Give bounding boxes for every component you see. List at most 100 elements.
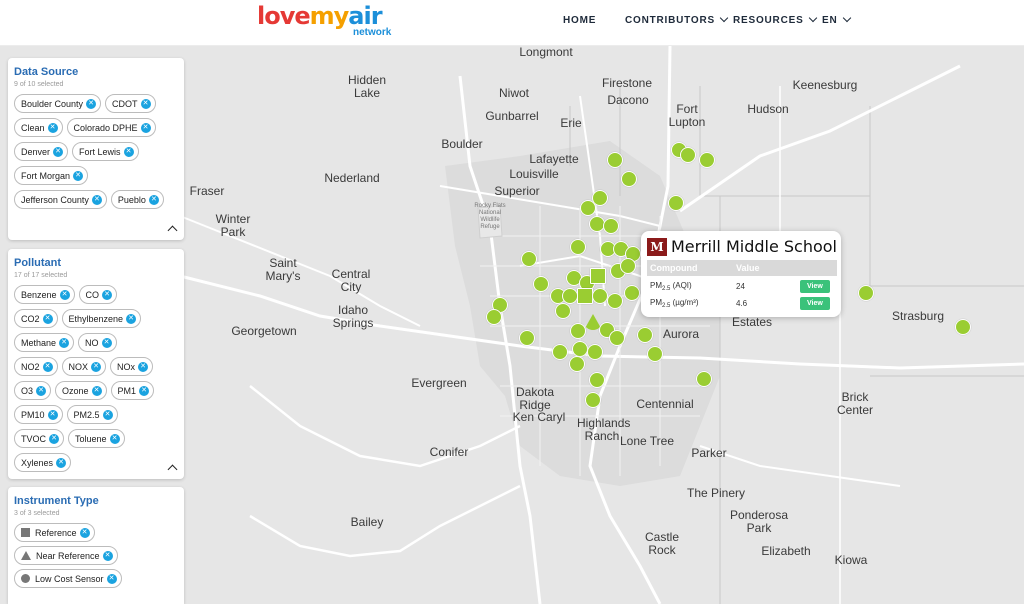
sensor-marker[interactable]: [607, 152, 623, 168]
remove-icon[interactable]: ✕: [42, 361, 53, 372]
remove-icon[interactable]: ✕: [79, 527, 90, 538]
chip-xylenes[interactable]: Xylenes ✕: [14, 453, 72, 472]
remove-icon[interactable]: ✕: [102, 289, 113, 300]
remove-icon[interactable]: ✕: [36, 385, 47, 396]
remove-icon[interactable]: ✕: [106, 573, 117, 584]
chip-pm25[interactable]: PM2.5 ✕: [66, 405, 118, 424]
sensor-marker[interactable]: [570, 239, 586, 255]
sensor-marker[interactable]: [603, 218, 619, 234]
love-my-air-logo[interactable]: lovemyair network: [257, 2, 391, 38]
sensor-marker[interactable]: [587, 344, 603, 360]
remove-icon[interactable]: ✕: [123, 146, 134, 157]
sensor-marker[interactable]: [668, 195, 684, 211]
sensor-marker[interactable]: [572, 341, 588, 357]
nav-contributors[interactable]: CONTRIBUTORS: [625, 13, 729, 26]
chip-fort-lewis[interactable]: Fort Lewis ✕: [72, 142, 139, 161]
chip-toluene[interactable]: Toluene ✕: [68, 429, 125, 448]
remove-icon[interactable]: ✕: [91, 385, 102, 396]
sensor-marker[interactable]: [570, 323, 586, 339]
chip-low-cost-sensor[interactable]: Low Cost Sensor ✕: [14, 569, 122, 588]
sensor-marker[interactable]: [647, 346, 663, 362]
chevron-up-icon[interactable]: [167, 225, 178, 236]
chip-reference[interactable]: Reference ✕: [14, 523, 95, 542]
sensor-marker[interactable]: [858, 285, 874, 301]
nav-language[interactable]: EN: [822, 13, 851, 26]
sensor-marker[interactable]: [486, 309, 502, 325]
chip-no[interactable]: NO ✕: [78, 333, 117, 352]
chip-pueblo[interactable]: Pueblo ✕: [110, 190, 164, 209]
chip-near-reference[interactable]: Near Reference ✕: [14, 546, 118, 565]
sensor-marker[interactable]: [680, 147, 696, 163]
remove-icon[interactable]: ✕: [138, 361, 149, 372]
chip-pm10[interactable]: PM10 ✕: [14, 405, 63, 424]
sensor-marker[interactable]: [589, 372, 605, 388]
chip-ozone[interactable]: Ozone ✕: [55, 381, 107, 400]
remove-icon[interactable]: ✕: [139, 385, 150, 396]
remove-icon[interactable]: ✕: [53, 146, 64, 157]
chip-nox-upper[interactable]: NOX ✕: [61, 357, 107, 376]
remove-icon[interactable]: ✕: [140, 98, 151, 109]
chip-nox[interactable]: NOx ✕: [110, 357, 154, 376]
sensor-marker[interactable]: [607, 293, 623, 309]
remove-icon[interactable]: ✕: [47, 122, 58, 133]
chip-no2[interactable]: NO2 ✕: [14, 357, 58, 376]
sensor-marker[interactable]: [621, 171, 637, 187]
chip-fort-morgan[interactable]: Fort Morgan ✕: [14, 166, 89, 185]
chip-ethylbenzene[interactable]: Ethylbenzene ✕: [61, 309, 142, 328]
chip-benzene[interactable]: Benzene ✕: [14, 285, 75, 304]
sensor-marker[interactable]: [533, 276, 549, 292]
remove-icon[interactable]: ✕: [126, 313, 137, 324]
remove-icon[interactable]: ✕: [109, 433, 120, 444]
chip-methane[interactable]: Methane ✕: [14, 333, 75, 352]
sensor-marker[interactable]: [592, 288, 608, 304]
remove-icon[interactable]: ✕: [102, 550, 113, 561]
sensor-marker[interactable]: [699, 152, 715, 168]
sensor-marker[interactable]: [955, 319, 971, 335]
chip-boulder-county[interactable]: Boulder County ✕: [14, 94, 102, 113]
remove-icon[interactable]: ✕: [91, 194, 102, 205]
nav-home[interactable]: HOME: [563, 15, 596, 26]
sensor-marker[interactable]: [624, 285, 640, 301]
nav-resources[interactable]: RESOURCES: [733, 13, 817, 26]
chevron-up-icon[interactable]: [167, 464, 178, 475]
remove-icon[interactable]: ✕: [42, 313, 53, 324]
remove-icon[interactable]: ✕: [148, 194, 159, 205]
sensor-marker[interactable]: [637, 327, 653, 343]
chip-tvoc[interactable]: TVOC ✕: [14, 429, 65, 448]
sensor-marker[interactable]: [555, 303, 571, 319]
chip-denver[interactable]: Denver ✕: [14, 142, 69, 161]
chip-jefferson-county[interactable]: Jefferson County ✕: [14, 190, 107, 209]
remove-icon[interactable]: ✕: [140, 122, 151, 133]
view-button[interactable]: View: [800, 297, 830, 310]
sensor-marker[interactable]: [562, 288, 578, 304]
sensor-marker[interactable]: [585, 392, 601, 408]
sensor-marker[interactable]: [696, 371, 712, 387]
sensor-marker[interactable]: [519, 330, 535, 346]
remove-icon[interactable]: ✕: [91, 361, 102, 372]
remove-icon[interactable]: ✕: [59, 289, 70, 300]
chip-pm1[interactable]: PM1 ✕: [110, 381, 155, 400]
sensor-marker[interactable]: [552, 344, 568, 360]
sensor-marker[interactable]: [577, 288, 593, 304]
sensor-marker[interactable]: [590, 268, 606, 284]
sensor-marker[interactable]: [609, 330, 625, 346]
sensor-marker[interactable]: [521, 251, 537, 267]
remove-icon[interactable]: ✕: [73, 170, 84, 181]
remove-icon[interactable]: ✕: [59, 337, 70, 348]
view-button[interactable]: View: [800, 280, 830, 293]
chip-colorado-dphe[interactable]: Colorado DPHE ✕: [66, 118, 156, 137]
sensor-marker[interactable]: [620, 258, 636, 274]
remove-icon[interactable]: ✕: [49, 433, 60, 444]
chip-o3[interactable]: O3 ✕: [14, 381, 52, 400]
remove-icon[interactable]: ✕: [56, 457, 67, 468]
chip-cdot[interactable]: CDOT ✕: [105, 94, 156, 113]
remove-icon[interactable]: ✕: [102, 409, 113, 420]
remove-icon[interactable]: ✕: [101, 337, 112, 348]
sensor-marker[interactable]: [580, 200, 596, 216]
sensor-marker[interactable]: [569, 356, 585, 372]
remove-icon[interactable]: ✕: [47, 409, 58, 420]
remove-icon[interactable]: ✕: [86, 98, 97, 109]
chip-clean[interactable]: Clean ✕: [14, 118, 63, 137]
chip-co2[interactable]: CO2 ✕: [14, 309, 58, 328]
chip-co[interactable]: CO ✕: [78, 285, 118, 304]
